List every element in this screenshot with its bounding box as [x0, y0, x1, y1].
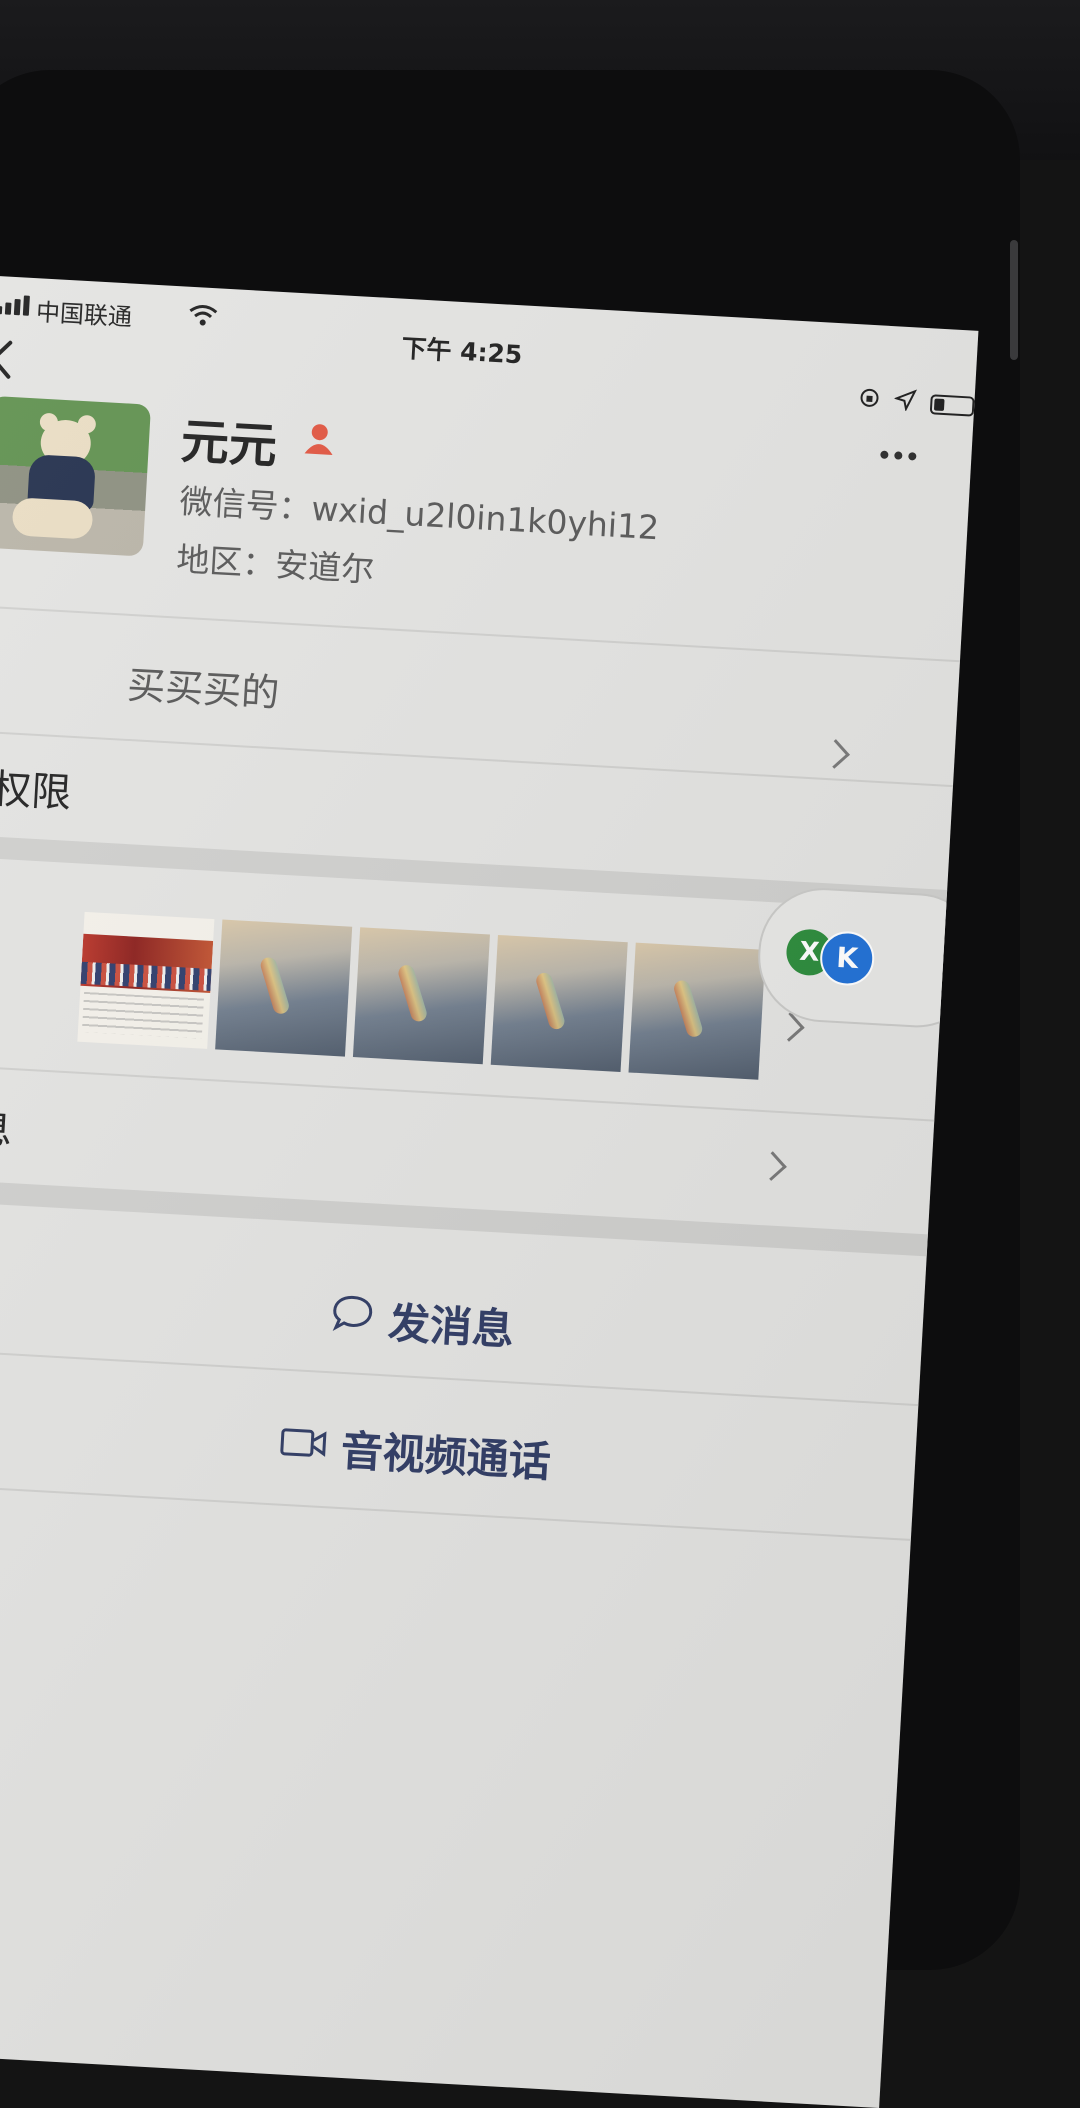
back-button[interactable] [0, 337, 16, 385]
divider [0, 604, 961, 663]
chevron-right-icon [820, 739, 850, 769]
section-separator [0, 1178, 928, 1257]
moments-thumbnail [352, 927, 490, 1065]
region-value: 安道尔 [274, 544, 376, 590]
carrier-label: 中国联通 [35, 298, 133, 332]
divider [0, 729, 954, 788]
friend-permission-row[interactable]: 友权限 [0, 754, 73, 819]
moments-thumbnail [77, 911, 215, 1049]
signal-icon [0, 294, 30, 316]
send-message-label: 发消息 [386, 1298, 516, 1355]
send-message-button[interactable]: 发消息 [0, 1263, 923, 1380]
wifi-icon [187, 303, 219, 335]
contact-name: 元元 [179, 413, 279, 475]
av-call-button[interactable]: 音视频通话 [0, 1393, 916, 1510]
video-camera-icon [278, 1420, 329, 1472]
more-info-row[interactable]: 言息 [0, 1094, 14, 1156]
status-time: 下午 4:25 [400, 333, 524, 370]
wechat-profile-screen: 中国联通 下午 4:25 元元 微信号：wxid_u2l0in1k0yhi12 … [0, 275, 979, 2108]
wechat-id-value: wxid_u2l0in1k0yhi12 [310, 488, 661, 548]
moments-thumbnail [490, 934, 628, 1072]
wechat-id-label: 微信号： [178, 481, 313, 528]
chevron-left-icon [0, 340, 13, 379]
battery-icon [929, 394, 975, 417]
app-shortcut-icon: K [818, 930, 876, 987]
remark-value: 买买买的 [126, 662, 281, 716]
region-label: 地区： [175, 539, 277, 584]
moments-thumbnail [628, 942, 766, 1080]
region-row: 地区：安道尔 [175, 532, 375, 591]
rotation-lock-icon [858, 386, 882, 415]
status-right-icons [858, 386, 975, 420]
avatar[interactable] [0, 395, 152, 557]
star-friend-icon [300, 421, 338, 461]
av-call-label: 音视频通话 [339, 1426, 552, 1487]
phone-side-button [1010, 240, 1018, 360]
chat-bubble-icon [329, 1292, 376, 1344]
location-icon [893, 388, 918, 417]
moments-thumbnail [215, 919, 353, 1057]
divider [0, 1063, 935, 1122]
moments-thumbnails[interactable] [77, 911, 766, 1080]
chevron-right-icon [757, 1151, 787, 1181]
more-options-button[interactable] [880, 450, 917, 461]
